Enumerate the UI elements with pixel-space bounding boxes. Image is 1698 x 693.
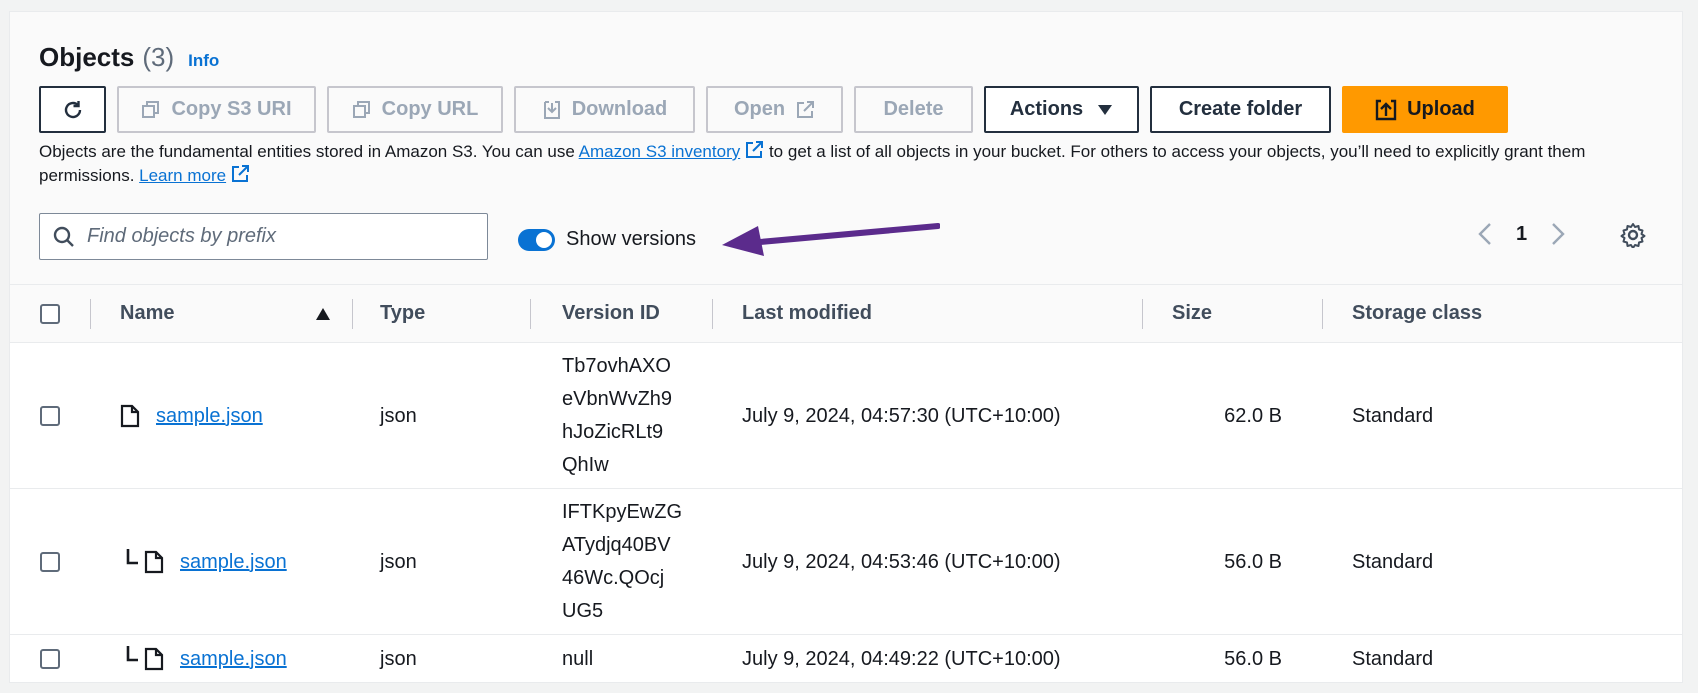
row-checkbox[interactable] (40, 406, 60, 426)
toggle-knob (536, 232, 552, 248)
current-page[interactable]: 1 (1516, 223, 1527, 246)
upload-button[interactable]: Upload (1342, 86, 1508, 133)
s3-inventory-link[interactable]: Amazon S3 inventory (579, 142, 741, 161)
object-size: 56.0 B (1224, 550, 1282, 573)
column-divider (1322, 299, 1323, 329)
table-row[interactable]: sample.json json null July 9, 2024, 04:4… (10, 635, 1682, 683)
column-divider (352, 299, 353, 329)
refresh-button[interactable] (39, 86, 106, 133)
search-icon (53, 226, 74, 247)
object-name-link[interactable]: sample.json (180, 644, 287, 674)
info-link[interactable]: Info (188, 51, 219, 71)
column-header-last-modified[interactable]: Last modified (742, 285, 872, 342)
table-row[interactable]: sample.json json Tb7ovhAXO eVbnWvZh9 hJoZi… (10, 343, 1682, 489)
column-header-version-id[interactable]: Version ID (562, 285, 660, 342)
version-id: Tb7ovhAXO eVbnWvZh9 hJoZicRLt9 QhIw (562, 355, 673, 476)
delete-button[interactable]: Delete (854, 86, 973, 133)
column-divider (530, 299, 531, 329)
external-link-icon[interactable] (744, 140, 764, 160)
last-modified: July 9, 2024, 04:49:22 (UTC+10:00) (742, 647, 1061, 670)
external-link-icon (797, 100, 815, 118)
version-id: IFTKpyEwZG ATydjq40BV 46Wc.QOcj UG5 (562, 501, 683, 622)
column-divider (1142, 299, 1143, 329)
search-box[interactable] (39, 213, 488, 260)
external-link-icon[interactable] (230, 164, 250, 184)
copy-s3-uri-button[interactable]: Copy S3 URI (117, 86, 316, 133)
gear-icon[interactable] (1620, 222, 1646, 248)
objects-table: Name Type Version ID Last modified Size … (10, 284, 1682, 683)
show-versions-label: Show versions (566, 228, 697, 250)
pagination: 1 (1478, 222, 1565, 246)
annotation-arrow (722, 223, 940, 256)
learn-more-link[interactable]: Learn more (139, 166, 226, 185)
chevron-right-icon[interactable] (1551, 222, 1565, 246)
actions-dropdown[interactable]: Actions (984, 86, 1139, 133)
object-type: json (380, 404, 417, 427)
last-modified: July 9, 2024, 04:57:30 (UTC+10:00) (742, 404, 1061, 427)
upload-label: Upload (1407, 98, 1475, 120)
sort-ascending-icon[interactable] (315, 307, 331, 321)
download-label: Download (571, 98, 668, 120)
objects-header: Objects (3) Info (39, 42, 219, 73)
table-row[interactable]: sample.json json IFTKpyEwZG ATydjq40BV 46W… (10, 489, 1682, 635)
column-header-type[interactable]: Type (380, 285, 425, 342)
object-type: json (380, 550, 417, 573)
open-label: Open (733, 98, 786, 120)
file-icon (144, 550, 164, 574)
last-modified: July 9, 2024, 04:53:46 (UTC+10:00) (742, 550, 1061, 573)
object-count: (3) (142, 42, 175, 72)
object-size: 62.0 B (1224, 404, 1282, 427)
copy-url-button[interactable]: Copy URL (327, 86, 503, 133)
version-id: null (562, 647, 594, 670)
actions-label: Actions (1009, 98, 1084, 120)
file-icon (120, 404, 140, 428)
caret-down-icon (1098, 104, 1113, 115)
row-checkbox[interactable] (40, 649, 60, 669)
page-title: Objects (39, 42, 135, 72)
download-icon (543, 100, 560, 119)
select-all-checkbox[interactable] (40, 304, 60, 324)
refresh-icon (64, 100, 81, 118)
copy-s3-uri-label: Copy S3 URI (171, 98, 292, 120)
storage-class: Standard (1352, 550, 1434, 573)
table-header: Name Type Version ID Last modified Size … (10, 284, 1682, 343)
version-branch-icon (126, 646, 138, 662)
open-button[interactable]: Open (706, 86, 843, 133)
copy-icon (352, 100, 370, 118)
column-header-size[interactable]: Size (1172, 285, 1212, 342)
search-input[interactable] (87, 225, 467, 248)
download-button[interactable]: Download (514, 86, 695, 133)
version-branch-icon (126, 549, 138, 565)
objects-toolbar: Copy S3 URI Copy URL Download Open Delet… (39, 86, 1698, 133)
column-divider (90, 299, 91, 329)
storage-class: Standard (1352, 647, 1434, 670)
column-header-name[interactable]: Name (120, 285, 174, 342)
file-icon (144, 647, 164, 671)
upload-icon (1375, 99, 1397, 120)
objects-description: Objects are the fundamental entities sto… (39, 140, 1659, 188)
object-type: json (380, 647, 417, 670)
copy-url-label: Copy URL (381, 98, 479, 120)
column-divider (712, 299, 713, 329)
row-checkbox[interactable] (40, 552, 60, 572)
create-folder-label: Create folder (1178, 98, 1303, 120)
column-header-storage-class[interactable]: Storage class (1352, 285, 1482, 342)
object-name-link[interactable]: sample.json (180, 547, 287, 577)
object-name-link[interactable]: sample.json (156, 401, 263, 431)
create-folder-button[interactable]: Create folder (1150, 86, 1331, 133)
description-text: Objects are the fundamental entities sto… (39, 142, 579, 161)
storage-class: Standard (1352, 404, 1434, 427)
chevron-left-icon[interactable] (1478, 222, 1492, 246)
object-size: 56.0 B (1224, 647, 1282, 670)
delete-label: Delete (883, 98, 944, 120)
copy-icon (142, 100, 160, 118)
show-versions-toggle[interactable] (518, 229, 555, 251)
